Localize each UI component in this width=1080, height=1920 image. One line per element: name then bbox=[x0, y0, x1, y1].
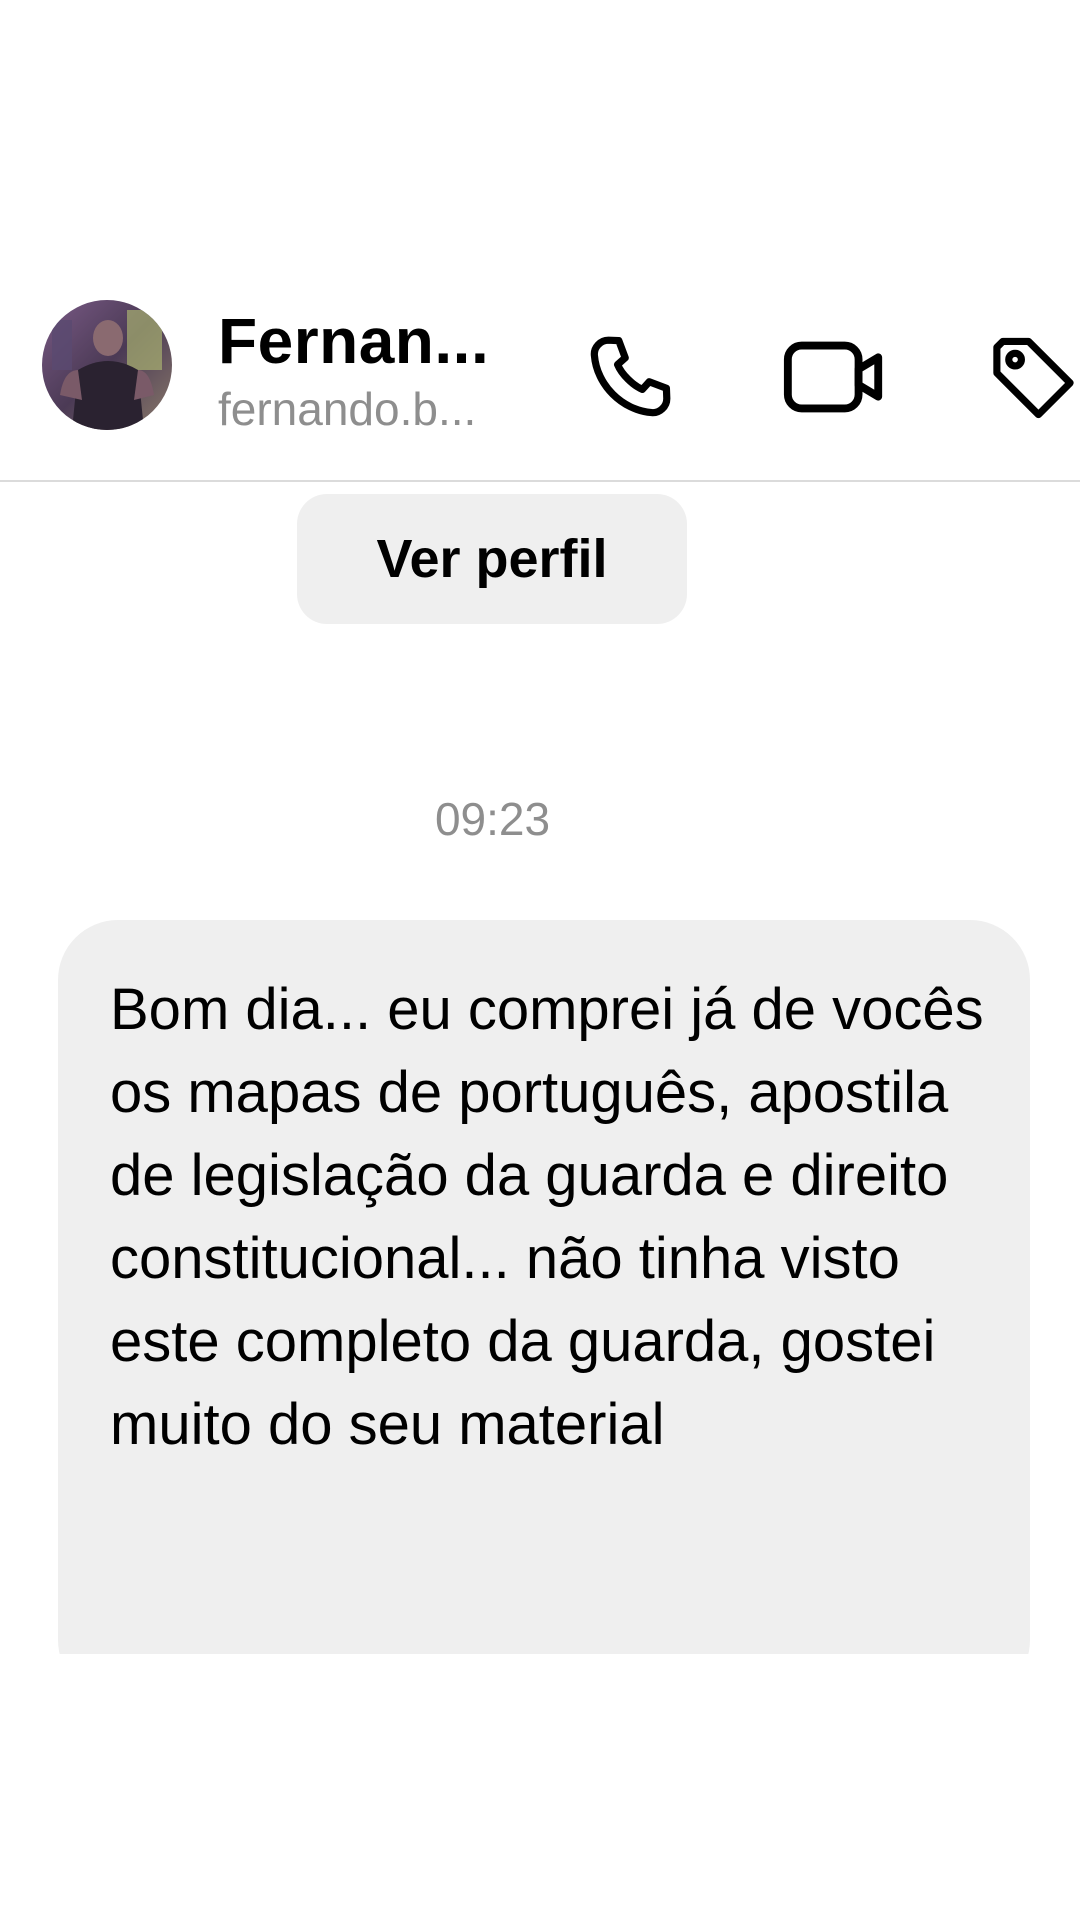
avatar[interactable] bbox=[42, 300, 172, 430]
contact-username[interactable]: fernando.b... bbox=[218, 382, 476, 436]
call-button[interactable] bbox=[575, 322, 685, 432]
phone-icon bbox=[590, 336, 671, 417]
contact-name[interactable]: Fernan... bbox=[218, 304, 489, 378]
video-call-button[interactable] bbox=[780, 322, 890, 432]
chat-header: Fernan... fernando.b... bbox=[0, 280, 1080, 480]
incoming-message-bubble[interactable]: Bom dia... eu comprei já de vocês os map… bbox=[58, 920, 1030, 1654]
tag-button[interactable] bbox=[985, 322, 1080, 432]
video-camera-icon bbox=[783, 341, 883, 413]
view-profile-button[interactable]: Ver perfil bbox=[297, 494, 687, 624]
header-divider bbox=[0, 480, 1080, 482]
message-list: Bom dia... eu comprei já de vocês os map… bbox=[58, 920, 1030, 1654]
message-timestamp: 09:23 bbox=[434, 793, 551, 845]
tag-icon bbox=[993, 337, 1074, 419]
avatar-photo bbox=[42, 300, 172, 430]
